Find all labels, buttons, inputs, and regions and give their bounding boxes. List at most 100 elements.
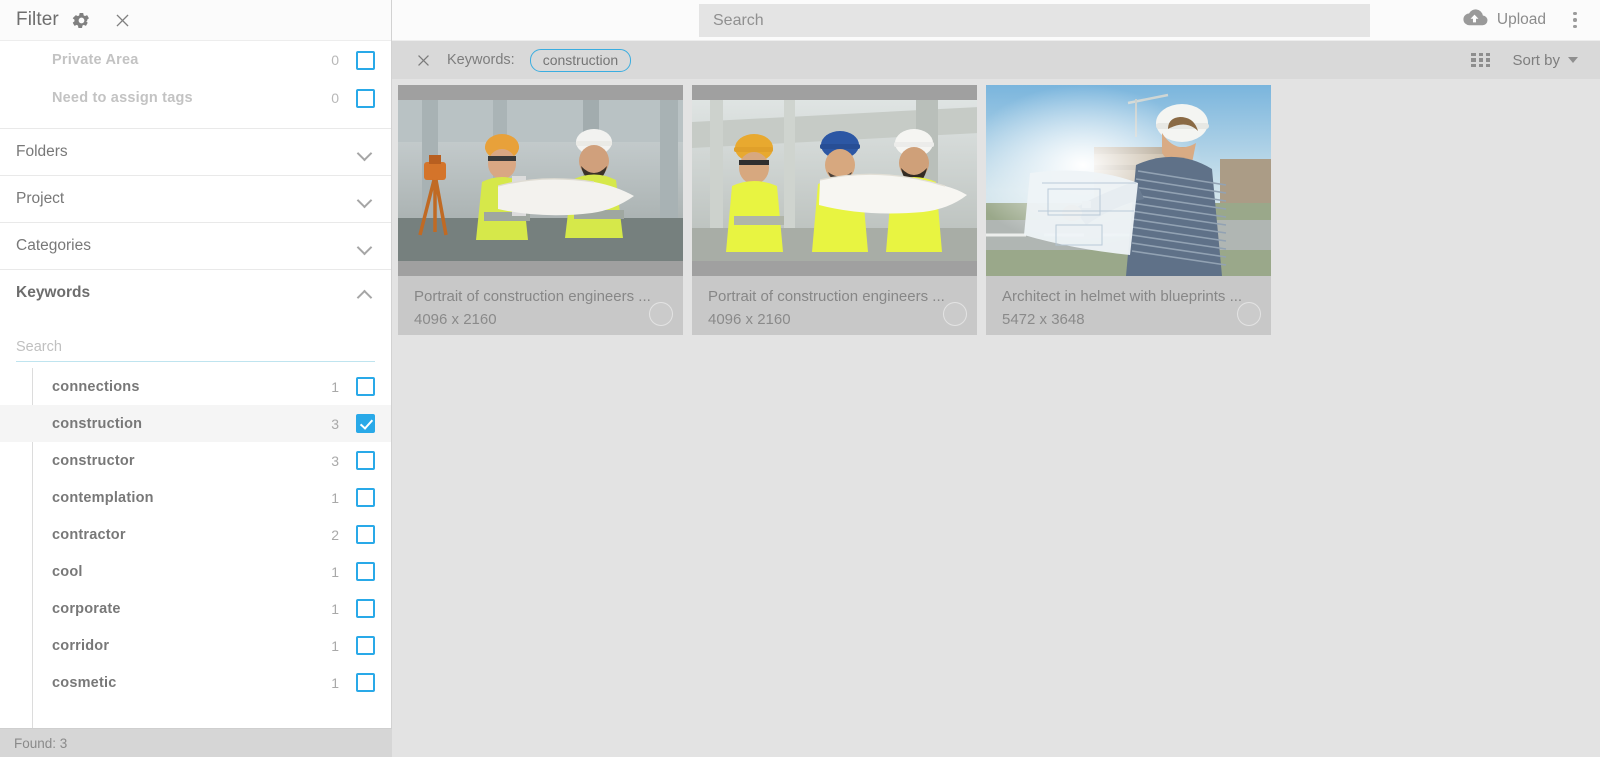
asset-card[interactable]: Portrait of construction engineers ... 4… <box>692 85 977 335</box>
chevron-up-icon <box>357 285 373 301</box>
keyword-label: connections <box>52 378 140 395</box>
asset-caption: Architect in helmet with blueprints ... … <box>986 276 1271 328</box>
asset-dimensions: 4096 x 2160 <box>414 311 497 328</box>
keyword-row-cosmetic[interactable]: cosmetic 1 <box>0 664 391 701</box>
quick-filter-checkbox[interactable] <box>356 88 375 108</box>
cloud-upload-icon <box>1461 8 1488 33</box>
chevron-down-icon <box>357 144 373 160</box>
quick-filter-list: Private Area 0 Need to assign tags 0 <box>0 41 391 117</box>
sort-by-label: Sort by <box>1512 51 1560 69</box>
grid-view-icon[interactable] <box>1471 52 1491 68</box>
close-icon[interactable] <box>113 11 132 30</box>
sidebar-section-keywords[interactable]: Keywords <box>0 269 391 316</box>
section-label: Folders <box>16 143 68 160</box>
asset-dimensions: 4096 x 2160 <box>708 311 791 328</box>
keyword-count: 3 <box>331 415 339 432</box>
caret-down-icon <box>1568 57 1578 63</box>
asset-thumbnail <box>986 85 1271 276</box>
asset-image <box>986 85 1271 276</box>
section-label: Keywords <box>16 284 91 301</box>
active-filter-bar: Keywords: construction Sort by <box>392 41 1600 79</box>
keyword-checkbox[interactable] <box>356 451 375 470</box>
page-title: Filter <box>16 9 59 30</box>
quick-filter-count: 0 <box>331 52 339 68</box>
keyword-count: 2 <box>331 526 339 543</box>
keyword-label: contractor <box>52 526 126 543</box>
keyword-count: 1 <box>331 489 339 506</box>
view-controls: Sort by <box>1471 52 1588 69</box>
asset-select-toggle[interactable] <box>1237 302 1261 326</box>
sort-by-dropdown[interactable]: Sort by <box>1512 52 1578 69</box>
quick-filter-label: Private Area <box>52 52 139 68</box>
keyword-label: cool <box>52 563 83 580</box>
keyword-checkbox[interactable] <box>356 636 375 655</box>
keyword-checkbox[interactable] <box>356 414 375 433</box>
status-bar: Found: 3 <box>0 728 392 757</box>
asset-caption: Portrait of construction engineers ... 4… <box>692 276 977 328</box>
keyword-row-contractor[interactable]: contractor 2 <box>0 516 391 553</box>
keyword-label: corridor <box>52 637 110 654</box>
filter-category-label: Keywords: <box>447 52 515 68</box>
quick-filter-need-to-assign-tags[interactable]: Need to assign tags 0 <box>0 79 391 117</box>
search-input[interactable] <box>699 4 1370 37</box>
asset-dimensions: 5472 x 3648 <box>1002 311 1085 328</box>
keyword-checkbox[interactable] <box>356 488 375 507</box>
keyword-checkbox[interactable] <box>356 377 375 396</box>
clear-filters-close-icon[interactable] <box>410 47 436 73</box>
keyword-count: 1 <box>331 563 339 580</box>
section-label: Categories <box>16 237 91 254</box>
top-toolbar: Upload <box>392 0 1600 41</box>
keyword-label: cosmetic <box>52 674 117 691</box>
main-area: Upload Keywords: construction Sort by <box>392 0 1600 757</box>
asset-thumbnail <box>398 85 683 276</box>
asset-title: Portrait of construction engineers ... <box>708 288 945 305</box>
sidebar-section-project[interactable]: Project <box>0 175 391 222</box>
keyword-label: corporate <box>52 600 121 617</box>
keyword-list: connections 1 construction 3 constructor… <box>0 368 391 757</box>
asset-card[interactable]: Portrait of construction engineers ... 4… <box>398 85 683 335</box>
filter-sidebar: Filter Private Area 0 Need to assign tag… <box>0 0 392 757</box>
quick-filter-count: 0 <box>331 90 339 106</box>
asset-image <box>398 100 683 261</box>
sidebar-section-categories[interactable]: Categories <box>0 222 391 269</box>
keyword-row-corporate[interactable]: corporate 1 <box>0 590 391 627</box>
keyword-checkbox[interactable] <box>356 562 375 581</box>
asset-title: Architect in helmet with blueprints ... <box>1002 288 1243 305</box>
results-grid-container: Portrait of construction engineers ... 4… <box>392 79 1600 757</box>
keyword-row-cool[interactable]: cool 1 <box>0 553 391 590</box>
keyword-checkbox[interactable] <box>356 673 375 692</box>
asset-image <box>692 100 977 261</box>
keyword-checkbox[interactable] <box>356 599 375 618</box>
keyword-row-construction[interactable]: construction 3 <box>0 405 391 442</box>
gear-icon[interactable] <box>72 11 91 30</box>
keyword-count: 3 <box>331 452 339 469</box>
keyword-search-input[interactable] <box>16 336 375 362</box>
sidebar-section-folders[interactable]: Folders <box>0 128 391 175</box>
app-root: Filter Private Area 0 Need to assign tag… <box>0 0 1600 757</box>
upload-button[interactable]: Upload <box>1461 8 1546 33</box>
keyword-label: construction <box>52 415 143 432</box>
keyword-count: 1 <box>331 637 339 654</box>
keyword-count: 1 <box>331 674 339 691</box>
kebab-menu-icon[interactable] <box>1564 5 1586 35</box>
filter-header: Filter <box>0 0 391 41</box>
keyword-row-constructor[interactable]: constructor 3 <box>0 442 391 479</box>
keyword-row-connections[interactable]: connections 1 <box>0 368 391 405</box>
asset-card[interactable]: Architect in helmet with blueprints ... … <box>986 85 1271 335</box>
asset-select-toggle[interactable] <box>943 302 967 326</box>
status-text: Found: 3 <box>14 735 68 751</box>
keyword-count: 1 <box>331 378 339 395</box>
asset-select-toggle[interactable] <box>649 302 673 326</box>
keyword-row-contemplation[interactable]: contemplation 1 <box>0 479 391 516</box>
keyword-row-corridor[interactable]: corridor 1 <box>0 627 391 664</box>
filter-chip-construction[interactable]: construction <box>529 48 632 72</box>
asset-thumbnail <box>692 85 977 276</box>
keyword-label: contemplation <box>52 489 154 506</box>
results-grid: Portrait of construction engineers ... 4… <box>398 85 1600 335</box>
quick-filter-checkbox[interactable] <box>356 50 375 70</box>
quick-filter-private-area[interactable]: Private Area 0 <box>0 41 391 79</box>
keyword-checkbox[interactable] <box>356 525 375 544</box>
upload-label: Upload <box>1496 11 1546 28</box>
keyword-label: constructor <box>52 452 135 469</box>
chevron-down-icon <box>357 238 373 254</box>
